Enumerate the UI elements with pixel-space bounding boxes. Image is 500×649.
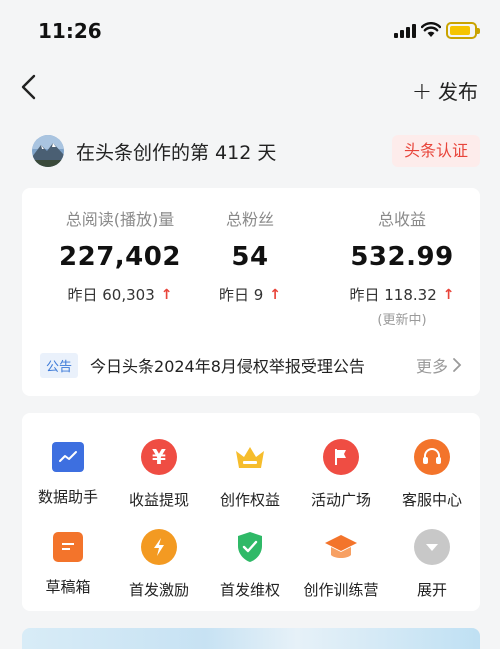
tool-first-publish-incentive[interactable]: 首发激励 xyxy=(113,529,205,600)
tool-first-publish-protection[interactable]: 首发维权 xyxy=(204,529,296,600)
tools-card: 数据助手 ¥ 收益提现 创作权益 活动广场 客服中心 草稿箱 首发激励 首发维权… xyxy=(22,413,480,611)
tool-drafts[interactable]: 草稿箱 xyxy=(22,529,114,597)
tool-label: 客服中心 xyxy=(401,491,462,509)
status-time: 11:26 xyxy=(38,19,102,43)
tool-customer-service[interactable]: 客服中心 xyxy=(386,439,478,510)
more-label: 更多 xyxy=(415,357,448,376)
stat-label: 总粉丝 xyxy=(225,210,274,229)
stat-label: 总收益 xyxy=(377,210,426,229)
stats-card: 总阅读(播放)量 227,402 昨日 60,303 ↑ 总粉丝 54 昨日 9… xyxy=(22,188,480,396)
top-nav: + 发布 xyxy=(0,60,500,116)
publish-button[interactable]: + 发布 xyxy=(412,76,478,105)
signal-icon xyxy=(394,24,416,38)
arrow-up-icon: ↑ xyxy=(442,286,455,303)
tool-label: 活动广场 xyxy=(310,491,371,509)
stat-delta-text: 昨日 60,303 xyxy=(67,286,155,304)
tool-activity-square[interactable]: 活动广场 xyxy=(295,439,387,510)
lightning-icon xyxy=(141,529,177,565)
battery-icon xyxy=(446,22,480,39)
tool-label: 首发激励 xyxy=(128,581,189,599)
crown-icon xyxy=(232,439,268,475)
promo-banner[interactable] xyxy=(22,628,480,649)
stat-delta-text: 昨日 9 xyxy=(218,286,264,304)
announcement-text: 今日头条2024年8月侵权举报受理公告 xyxy=(90,357,365,376)
tool-creator-training[interactable]: 创作训练营 xyxy=(295,529,387,600)
tool-label: 展开 xyxy=(416,581,447,599)
tool-earnings-withdraw[interactable]: ¥ 收益提现 xyxy=(113,439,205,510)
stat-delta-text: 昨日 118.32 xyxy=(349,286,437,304)
tool-label: 收益提现 xyxy=(128,491,189,509)
graduation-cap-icon xyxy=(323,529,359,565)
tool-label: 创作训练营 xyxy=(303,581,379,599)
tool-expand[interactable]: 展开 xyxy=(386,529,478,600)
back-icon[interactable] xyxy=(16,72,44,102)
publish-label: 发布 xyxy=(438,80,478,104)
stat-value: 532.99 xyxy=(350,242,454,272)
tool-label: 首发维权 xyxy=(219,581,280,599)
announcement-tag: 公告 xyxy=(40,352,79,378)
announcement-more[interactable]: 更多 xyxy=(416,353,462,377)
stat-update-note: (更新中) xyxy=(377,313,427,328)
creation-days-text: 在头条创作的第 412 天 xyxy=(76,141,277,164)
plus-icon: + xyxy=(411,76,432,105)
stat-total-followers[interactable]: 总粉丝 54 昨日 9 ↑ xyxy=(170,206,330,305)
tool-label: 草稿箱 xyxy=(45,578,91,596)
stat-delta: 昨日 9 ↑ xyxy=(170,284,330,305)
draft-icon xyxy=(53,532,83,562)
tool-label: 创作权益 xyxy=(219,491,280,509)
profile-row: 在头条创作的第 412 天 头条认证 xyxy=(32,133,480,169)
headset-icon xyxy=(414,439,450,475)
chart-icon xyxy=(52,442,84,472)
arrow-up-icon: ↑ xyxy=(269,286,282,303)
tool-label: 数据助手 xyxy=(37,488,98,506)
stat-total-earnings[interactable]: 总收益 532.99 昨日 118.32 ↑ (更新中) xyxy=(322,206,482,328)
chevron-right-icon xyxy=(453,358,462,372)
verification-badge[interactable]: 头条认证 xyxy=(391,135,480,167)
stat-value: 54 xyxy=(231,242,269,272)
tool-creator-rights[interactable]: 创作权益 xyxy=(204,439,296,510)
shield-icon xyxy=(232,529,268,565)
stat-delta: 昨日 118.32 ↑ xyxy=(322,284,482,305)
chevron-down-icon xyxy=(414,529,450,565)
tool-data-assistant[interactable]: 数据助手 xyxy=(22,439,114,507)
flag-icon xyxy=(323,439,359,475)
status-bar: 11:26 xyxy=(0,0,500,60)
avatar[interactable] xyxy=(32,135,64,167)
wifi-icon xyxy=(421,22,441,37)
yuan-icon: ¥ xyxy=(141,439,177,475)
announcement-bar[interactable]: 公告 今日头条2024年8月侵权举报受理公告 更多 xyxy=(40,348,462,382)
